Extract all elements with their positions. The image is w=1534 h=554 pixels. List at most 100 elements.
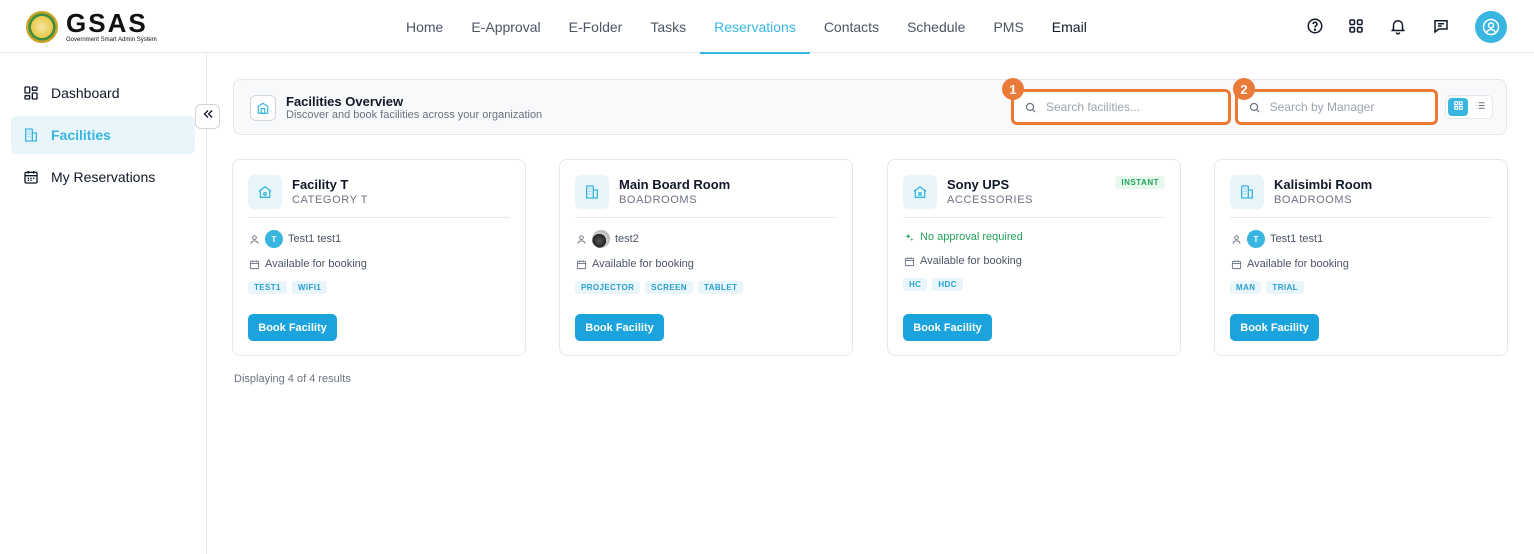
grid-view-icon — [1453, 98, 1464, 116]
tag: WIFI1 — [291, 281, 328, 294]
chat-icon[interactable] — [1431, 16, 1451, 36]
facility-manager: test2 — [575, 230, 639, 248]
chevrons-left-icon — [201, 107, 215, 126]
help-icon[interactable] — [1305, 16, 1325, 36]
step-marker-2: 2 — [1233, 78, 1255, 100]
view-toggle — [1445, 95, 1493, 119]
list-view-icon — [1475, 98, 1486, 116]
search-facilities-box[interactable] — [1011, 89, 1231, 125]
apps-grid-icon[interactable] — [1346, 16, 1366, 36]
facility-card: Facility T CATEGORY T T Test1 test1 Avai… — [232, 159, 526, 356]
sidebar-item-label: My Reservations — [51, 169, 156, 185]
calendar-check-icon — [575, 258, 587, 270]
facility-category: BOADROOMS — [1274, 194, 1353, 206]
facility-manager: T Test1 test1 — [1230, 230, 1323, 248]
page-title: Facilities Overview — [286, 94, 404, 109]
list-view-button[interactable] — [1470, 98, 1490, 116]
top-header: GSAS Government Smart Admin System Home … — [0, 0, 1534, 54]
facility-name: Facility T — [292, 177, 349, 192]
facility-availability: Available for booking — [1230, 258, 1349, 270]
sidebar-item-dashboard[interactable]: Dashboard — [11, 74, 195, 112]
facility-manager: T Test1 test1 — [248, 230, 341, 248]
search-facilities-input[interactable] — [1046, 100, 1216, 114]
approval-text: No approval required — [920, 231, 1023, 243]
government-seal-icon — [26, 10, 58, 43]
facility-category: ACCESSORIES — [947, 194, 1034, 206]
book-facility-button[interactable]: Book Facility — [1230, 314, 1319, 341]
facility-tags: TEST1 WIFI1 — [248, 281, 328, 294]
nav-home[interactable]: Home — [392, 0, 457, 53]
nav-e-approval[interactable]: E-Approval — [457, 0, 554, 53]
book-facility-button[interactable]: Book Facility — [248, 314, 337, 341]
nav-reservations[interactable]: Reservations — [700, 0, 810, 54]
gsas-logo[interactable]: GSAS Government Smart Admin System — [26, 10, 157, 43]
manager-avatar: T — [1247, 230, 1265, 248]
user-icon — [575, 233, 587, 245]
house-icon — [248, 175, 282, 209]
nav-tasks[interactable]: Tasks — [636, 0, 700, 53]
step-marker-1: 1 — [1002, 78, 1024, 100]
availability-text: Available for booking — [1247, 258, 1349, 270]
sidebar-item-my-reservations[interactable]: My Reservations — [11, 158, 195, 196]
page-subtitle: Discover and book facilities across your… — [286, 109, 543, 121]
book-facility-button[interactable]: Book Facility — [903, 314, 992, 341]
instant-badge: INSTANT — [1115, 176, 1165, 189]
nav-schedule[interactable]: Schedule — [893, 0, 979, 53]
main-nav: Home E-Approval E-Folder Tasks Reservati… — [392, 0, 1101, 54]
tag: TRIAL — [1266, 281, 1304, 294]
tag: HDC — [932, 278, 963, 291]
grid-view-button[interactable] — [1448, 98, 1468, 116]
sidebar-item-label: Facilities — [51, 127, 111, 143]
tag: PROJECTOR — [575, 281, 641, 294]
card-divider — [248, 217, 510, 218]
facility-card: Kalisimbi Room BOADROOMS T Test1 test1 A… — [1214, 159, 1508, 356]
nav-email[interactable]: Email — [1038, 0, 1101, 53]
manager-name: Test1 test1 — [1270, 233, 1324, 245]
bell-icon[interactable] — [1388, 16, 1408, 36]
facility-tags: PROJECTOR SCREEN TABLET — [575, 281, 744, 294]
search-manager-input[interactable] — [1269, 100, 1435, 114]
search-icon — [1248, 100, 1262, 114]
book-facility-button[interactable]: Book Facility — [575, 314, 664, 341]
facility-category: CATEGORY T — [292, 194, 369, 206]
brand-subtitle: Government Smart Admin System — [66, 37, 157, 43]
card-divider — [903, 217, 1165, 218]
availability-text: Available for booking — [265, 258, 367, 270]
facility-category: BOADROOMS — [619, 194, 698, 206]
facility-approval: No approval required — [903, 231, 1023, 243]
user-avatar-icon[interactable] — [1475, 11, 1507, 43]
sidebar-item-label: Dashboard — [51, 85, 120, 101]
availability-text: Available for booking — [920, 255, 1022, 267]
nav-pms[interactable]: PMS — [979, 0, 1037, 53]
facility-availability: Available for booking — [903, 255, 1022, 267]
tag: HC — [903, 278, 928, 291]
sparkle-icon — [903, 231, 915, 243]
tag: MAN — [1230, 281, 1262, 294]
nav-e-folder[interactable]: E-Folder — [555, 0, 637, 53]
search-manager-box[interactable] — [1235, 89, 1438, 125]
user-icon — [1230, 233, 1242, 245]
facility-availability: Available for booking — [248, 258, 367, 270]
facilities-overview-bar: Facilities Overview Discover and book fa… — [233, 79, 1507, 135]
facilities-overview-icon — [250, 95, 276, 121]
card-divider — [1230, 217, 1492, 218]
user-icon — [248, 233, 260, 245]
calendar-icon — [23, 169, 39, 185]
facility-tags: HC HDC — [903, 278, 963, 291]
facility-tags: MAN TRIAL — [1230, 281, 1304, 294]
sidebar-item-facilities[interactable]: Facilities — [11, 116, 195, 154]
calendar-check-icon — [1230, 258, 1242, 270]
building-icon — [1230, 175, 1264, 209]
calendar-check-icon — [248, 258, 260, 270]
results-count: Displaying 4 of 4 results — [234, 373, 351, 385]
facility-name: Main Board Room — [619, 177, 731, 192]
nav-contacts[interactable]: Contacts — [810, 0, 893, 53]
manager-name: Test1 test1 — [288, 233, 342, 245]
building-icon — [575, 175, 609, 209]
facility-name: Kalisimbi Room — [1274, 177, 1373, 192]
dashboard-icon — [23, 85, 39, 101]
manager-avatar — [592, 230, 610, 248]
collapse-sidebar-button[interactable] — [195, 104, 220, 129]
building-icon — [23, 127, 39, 143]
manager-avatar: T — [265, 230, 283, 248]
